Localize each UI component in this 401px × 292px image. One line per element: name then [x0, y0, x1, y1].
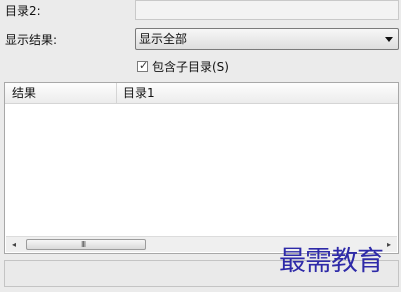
column-header-directory1[interactable]: 目录1: [123, 86, 155, 100]
include-subdirs-label[interactable]: 包含子目录(S): [152, 60, 229, 74]
column-header-result[interactable]: 结果: [12, 86, 36, 100]
watermark-text: 最需教育: [279, 246, 384, 277]
display-results-dropdown[interactable]: 显示全部: [135, 28, 399, 50]
results-list[interactable]: 结果 目录1 ◂ III ▸: [4, 82, 399, 254]
display-results-label: 显示结果:: [5, 33, 58, 47]
grip-icon: III: [81, 240, 86, 249]
include-subdirs-checkbox[interactable]: ✓: [137, 59, 149, 72]
scrollbar-thumb[interactable]: III: [26, 239, 146, 250]
column-divider[interactable]: [116, 83, 117, 103]
display-results-value: 显示全部: [139, 32, 188, 46]
checkmark-icon: ✓: [139, 59, 149, 72]
scroll-left-arrow-icon[interactable]: ◂: [12, 240, 16, 249]
directory2-input[interactable]: [135, 0, 399, 20]
results-list-header: 结果 目录1: [5, 83, 398, 104]
directory2-label: 目录2:: [5, 4, 41, 18]
chevron-down-icon: [385, 37, 393, 42]
scroll-right-arrow-icon[interactable]: ▸: [387, 240, 391, 249]
